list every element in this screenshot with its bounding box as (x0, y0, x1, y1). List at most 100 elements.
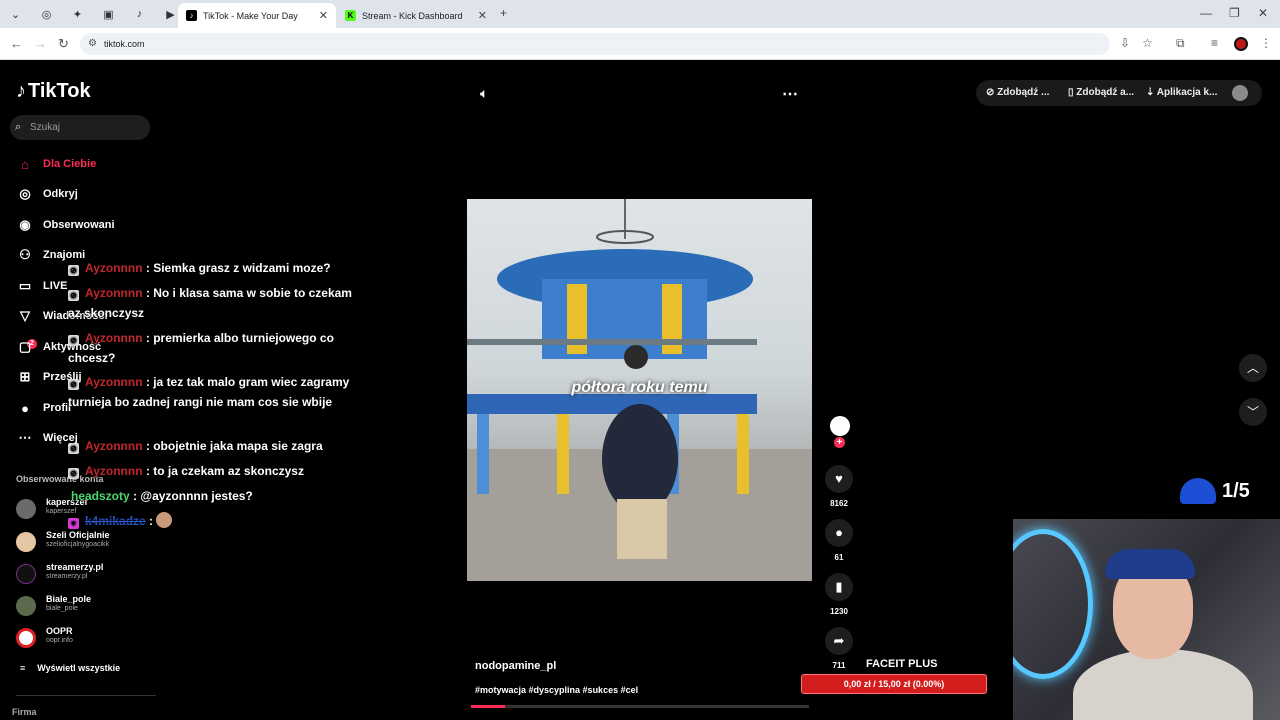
share-action[interactable]: ➦ 711 (825, 627, 853, 670)
desktop-app-button[interactable]: ⇣ Aplikacja k... (1146, 80, 1217, 106)
tiktok-logo[interactable]: ♪ TikTok (16, 80, 91, 103)
share-count: 711 (832, 661, 846, 670)
chat-user: k4mikadze (85, 514, 146, 528)
more-icon: ⋯ (18, 430, 32, 445)
sidebar-item-profile[interactable]: ● Profil (16, 397, 71, 419)
more-options-icon[interactable]: ⋯ (782, 84, 798, 104)
window-close-icon[interactable]: ✕ (1258, 6, 1268, 20)
sidebar-item-for-you[interactable]: ⌂ Dla Ciebie (16, 153, 96, 175)
messages-icon: ▽ (20, 308, 30, 323)
creator-avatar[interactable] (830, 416, 850, 436)
video-progress-bar[interactable] (471, 705, 809, 708)
video-player[interactable]: półtora roku temu (467, 199, 812, 581)
share-icon[interactable]: ➦ (825, 627, 853, 655)
bookmark-icon[interactable]: ▮ (825, 573, 853, 601)
progress-fill (471, 705, 505, 708)
next-video-button[interactable]: ﹀ (1239, 398, 1267, 426)
search-input[interactable]: ⌕ Szukaj (10, 115, 150, 140)
video-hashtags[interactable]: #motywacja #dyscyplina #sukces #cel (475, 685, 638, 695)
pinned-tab[interactable]: ▣ (93, 0, 124, 28)
mod-badge-icon: ⊘ (68, 379, 79, 390)
streamer-body (1073, 649, 1253, 720)
chat-text: : (149, 514, 154, 528)
tab-tiktok[interactable]: ♪ TikTok - Make Your Day ✕ (178, 3, 336, 28)
account-handle: oopr.info (46, 637, 73, 644)
new-tab-icon[interactable]: + (500, 6, 507, 20)
sidebar-item-label: Profil (43, 402, 72, 414)
mod-badge-icon: ⊘ (68, 468, 79, 479)
button-label: Aplikacja k... (1156, 87, 1218, 98)
sub-badge-icon: ♥ (68, 518, 79, 529)
see-all-label: Wyświetl wszystkie (37, 663, 121, 673)
account-name: Szeli Oficjalnie (46, 530, 110, 540)
get-coins-button[interactable]: ⊘ Zdobądź ... (986, 80, 1049, 106)
avatar (16, 499, 36, 519)
bookmark-star-icon[interactable]: ☆ (1142, 36, 1153, 50)
sidebar-item-explore[interactable]: ◎ Odkryj (16, 183, 78, 205)
comment-icon[interactable]: ● (825, 519, 853, 547)
avatar (16, 596, 36, 616)
install-icon[interactable]: ⇩ (1120, 36, 1130, 50)
media-icon[interactable]: ≡ (1211, 36, 1218, 50)
like-count: 8162 (830, 499, 848, 508)
profile-avatar[interactable] (1234, 37, 1248, 51)
previous-video-button[interactable]: ︿ (1239, 354, 1267, 382)
close-icon[interactable]: ✕ (478, 9, 487, 22)
pinned-tab[interactable]: ◎ (31, 0, 62, 28)
chat-text: : Siemka grasz z widzami moze? (145, 261, 331, 275)
ring-light (1013, 529, 1093, 679)
back-icon[interactable]: ← (10, 36, 23, 51)
sidebar-item-live[interactable]: ▭ LIVE (16, 275, 68, 297)
save-action[interactable]: ▮ 1230 (825, 573, 853, 616)
chat-user: Ayzonnnn (85, 286, 143, 300)
home-icon: ⌂ (21, 156, 29, 172)
account-handle: szelioficjalnygoacikk (46, 541, 110, 548)
reload-icon[interactable]: ↻ (58, 36, 69, 52)
search-placeholder: Szukaj (30, 122, 61, 133)
account-name: Biale_pole (46, 594, 92, 604)
restore-icon[interactable]: ❐ (1229, 6, 1240, 20)
webcam-feed (1013, 519, 1280, 720)
streamer-cap (1105, 549, 1195, 579)
top-actions-bar: ⊘ Zdobądź ... ▯ Zdobądź a... ⇣ Aplikacja… (976, 80, 1262, 106)
comment-count: 61 (834, 553, 844, 562)
tab-kick[interactable]: K Stream - Kick Dashboard ✕ (337, 3, 495, 28)
see-all-link[interactable]: ≡ Wyświetl wszystkie (20, 663, 120, 673)
pinned-tab[interactable]: ♪ (124, 0, 155, 28)
chat-user: Ayzonnnn (85, 375, 143, 389)
emote-icon (156, 512, 173, 528)
save-count: 1230 (830, 607, 848, 616)
forward-icon[interactable]: → (34, 36, 47, 51)
heart-icon[interactable]: ♥ (825, 465, 853, 493)
tab-list-icon[interactable]: ⌄ (0, 0, 31, 28)
minimize-icon[interactable]: — (1200, 6, 1212, 20)
video-author[interactable]: nodopamine_pl (475, 660, 556, 672)
cap-icon (1180, 478, 1216, 504)
stream-counter: 1/5 (1180, 478, 1250, 504)
url-field[interactable]: ⚙ tiktok.com (80, 33, 1110, 55)
friends-icon: ⚇ (19, 247, 31, 262)
volume-icon[interactable]: 🔈︎ (480, 85, 488, 102)
close-icon[interactable]: ✕ (319, 9, 328, 22)
comment-action[interactable]: ● 61 (825, 519, 853, 562)
chat-message: headszoty : @ayzonnnn jestes? (68, 486, 358, 506)
chat-message: ⊘ Ayzonnnn : ja tez tak malo gram wiec za… (68, 372, 358, 412)
sidebar-item-following[interactable]: ◉ Obserwowani (16, 214, 115, 236)
menu-icon[interactable]: ⋮ (1260, 36, 1272, 50)
extensions-icon[interactable]: ⧉ (1176, 36, 1185, 51)
get-app-button[interactable]: ▯ Zdobądź a... (1068, 80, 1134, 106)
pinned-tab[interactable]: ✦ (62, 0, 93, 28)
user-avatar[interactable] (1232, 85, 1248, 101)
chat-text: : @ayzonnnn jestes? (133, 489, 253, 503)
activity-icon: ▢ (18, 339, 32, 354)
chevron-down-icon: ﹀ (1246, 405, 1259, 419)
site-info-icon[interactable]: ⚙ (88, 33, 97, 55)
sidebar-item-label: Obserwowani (43, 219, 115, 231)
avatar (16, 628, 36, 648)
follow-plus-icon[interactable]: + (834, 437, 845, 448)
account-name: OOPR (46, 626, 73, 636)
mod-badge-icon: ⊘ (68, 265, 79, 276)
like-action[interactable]: ♥ 8162 (825, 465, 853, 508)
chat-text: : obojetnie jaka mapa sie zagra (145, 439, 323, 453)
divider (16, 695, 156, 696)
